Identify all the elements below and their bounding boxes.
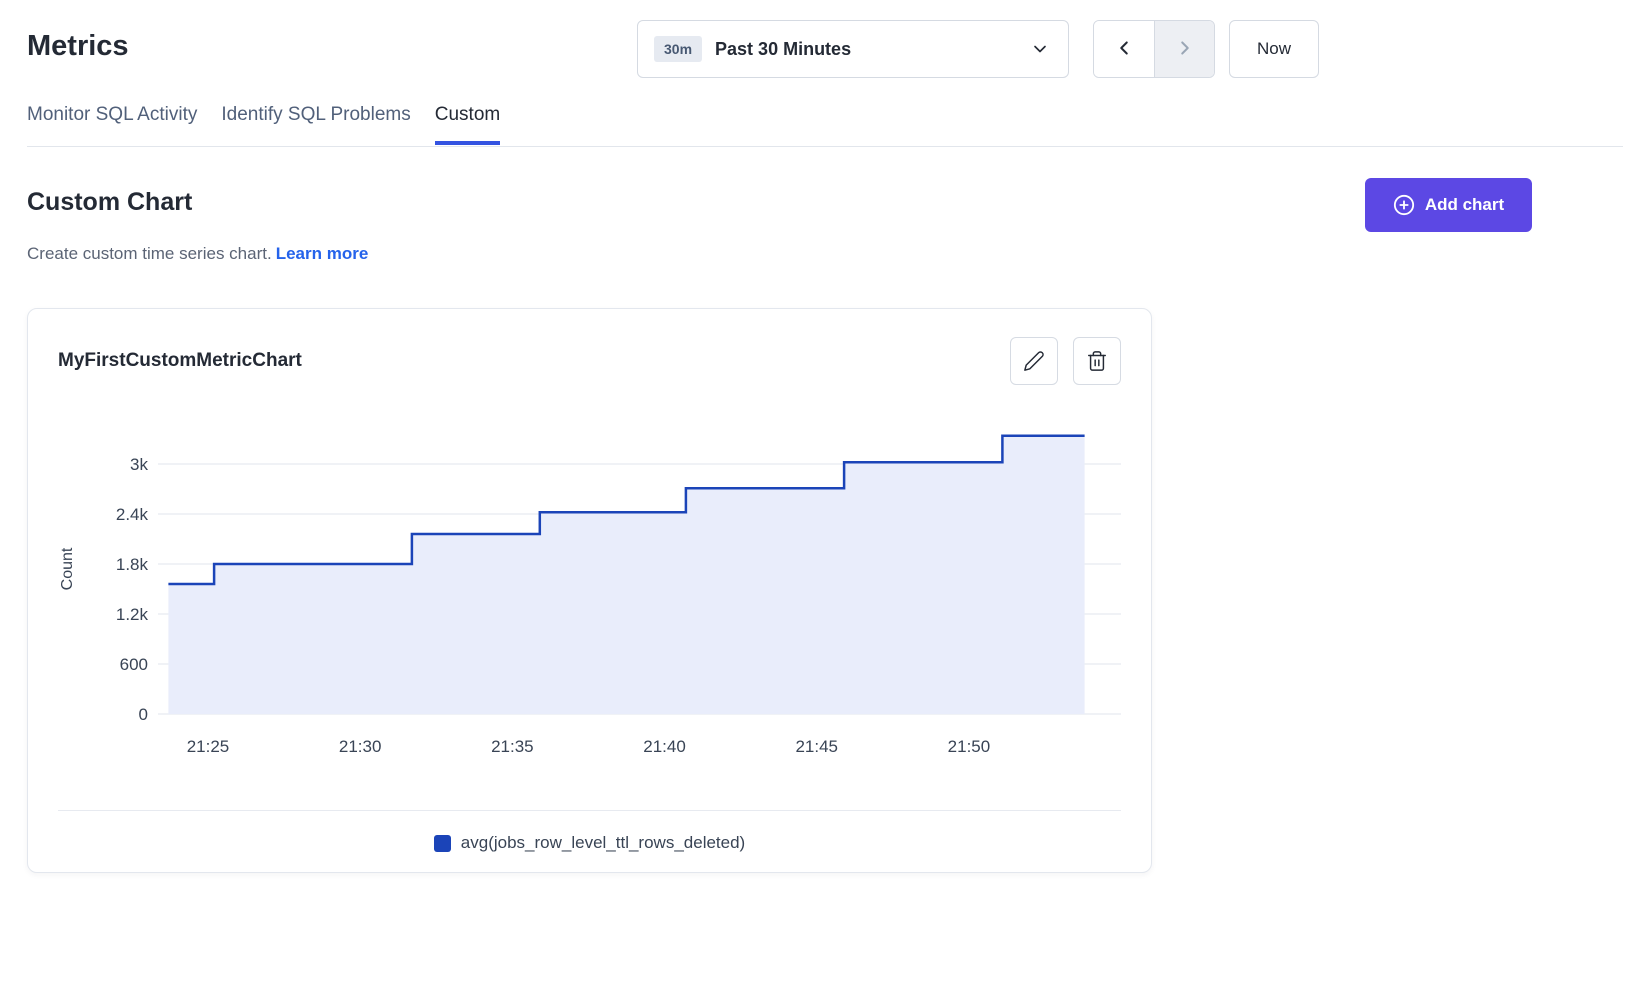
tab-custom[interactable]: Custom <box>435 104 500 145</box>
chart-card-header: MyFirstCustomMetricChart <box>58 337 1121 385</box>
x-tick-label: 21:35 <box>491 737 534 756</box>
series-area <box>168 436 1084 714</box>
tab-monitor-sql-activity[interactable]: Monitor SQL Activity <box>27 104 197 145</box>
trash-icon <box>1086 350 1108 372</box>
chevron-left-icon <box>1113 37 1135 62</box>
time-series-chart: 0 600 1.2k 1.8k 2.4k 3k 21:25 21:30 21:35 21:40 21… <box>58 401 1123 761</box>
y-tick-label: 600 <box>120 655 148 674</box>
previous-time-button[interactable] <box>1094 21 1154 77</box>
x-tick-label: 21:30 <box>339 737 382 756</box>
tabs-divider <box>27 146 1623 147</box>
delete-chart-button[interactable] <box>1073 337 1121 385</box>
chevron-right-icon <box>1174 37 1196 62</box>
x-tick-label: 21:25 <box>187 737 230 756</box>
time-step-group <box>1093 20 1215 78</box>
page-title: Metrics <box>27 30 129 63</box>
learn-more-link[interactable]: Learn more <box>276 244 369 263</box>
chart-title: MyFirstCustomMetricChart <box>58 350 302 372</box>
time-window-label: Past 30 Minutes <box>715 39 1017 60</box>
x-tick-label: 21:40 <box>643 737 686 756</box>
legend-swatch <box>434 835 451 852</box>
chevron-down-icon <box>1030 39 1050 59</box>
section-subtitle: Create custom time series chart.Learn mo… <box>27 244 368 264</box>
y-axis-label: Count <box>59 547 76 590</box>
chart-actions <box>1010 337 1121 385</box>
tabs: Monitor SQL Activity Identify SQL Proble… <box>27 104 500 145</box>
metrics-page: Metrics 30m Past 30 Minutes Now Monito <box>0 0 1650 982</box>
add-chart-button[interactable]: Add chart <box>1365 178 1532 232</box>
time-controls: 30m Past 30 Minutes Now <box>637 20 1319 78</box>
y-tick-label: 2.4k <box>116 505 149 524</box>
plus-circle-icon <box>1393 194 1415 216</box>
section-title: Custom Chart <box>27 188 192 217</box>
legend-item[interactable]: avg(jobs_row_level_ttl_rows_deleted) <box>434 833 745 853</box>
y-tick-label: 1.2k <box>116 605 149 624</box>
now-button[interactable]: Now <box>1229 20 1319 78</box>
add-chart-label: Add chart <box>1425 195 1504 215</box>
edit-chart-button[interactable] <box>1010 337 1058 385</box>
tab-identify-sql-problems[interactable]: Identify SQL Problems <box>221 104 410 145</box>
custom-chart-card: MyFirstCustomMetricChart 0 600 1.2k 1.8k 2.4… <box>27 308 1152 873</box>
y-tick-label: 3k <box>130 455 148 474</box>
chart-area: 0 600 1.2k 1.8k 2.4k 3k 21:25 21:30 21:35 21:40 21… <box>58 401 1121 766</box>
time-window-dropdown[interactable]: 30m Past 30 Minutes <box>637 20 1069 78</box>
x-tick-label: 21:50 <box>948 737 991 756</box>
legend-label: avg(jobs_row_level_ttl_rows_deleted) <box>461 833 745 853</box>
subtitle-text: Create custom time series chart. <box>27 244 272 263</box>
legend-row: avg(jobs_row_level_ttl_rows_deleted) <box>58 811 1121 853</box>
y-tick-label: 0 <box>139 705 148 724</box>
pencil-icon <box>1023 350 1045 372</box>
y-tick-label: 1.8k <box>116 555 149 574</box>
x-tick-label: 21:45 <box>795 737 838 756</box>
time-window-badge: 30m <box>654 36 702 62</box>
next-time-button[interactable] <box>1154 21 1214 77</box>
